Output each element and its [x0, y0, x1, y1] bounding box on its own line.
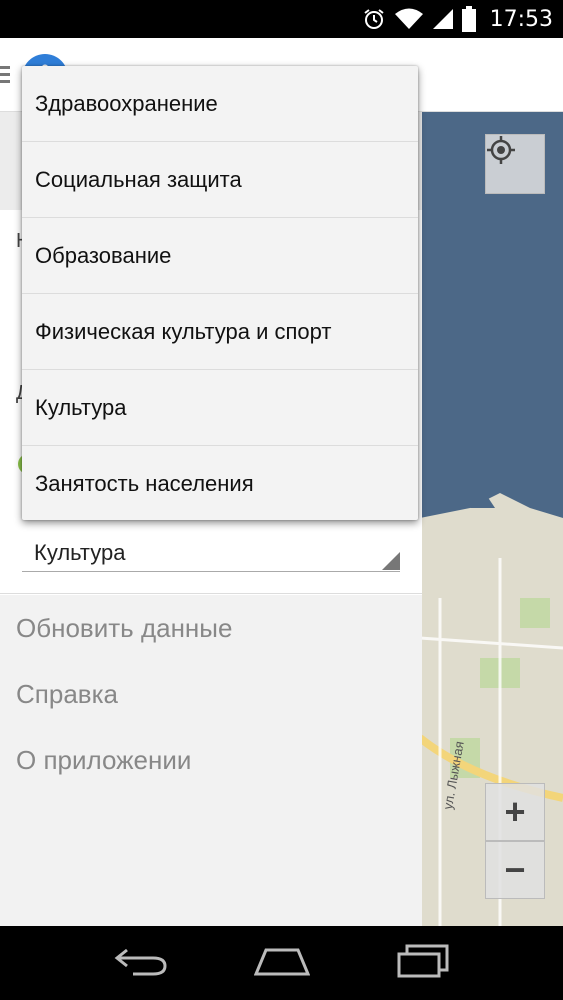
status-bar: 17:53	[0, 0, 563, 38]
signal-icon	[432, 7, 454, 31]
dropdown-option-employment[interactable]: Занятость населения	[22, 446, 418, 522]
back-button[interactable]	[106, 938, 176, 988]
category-dropdown: Здравоохранение Социальная защита Образо…	[22, 66, 418, 520]
dropdown-option-healthcare[interactable]: Здравоохранение	[22, 66, 418, 142]
back-icon	[113, 946, 169, 981]
dropdown-option-education[interactable]: Образование	[22, 218, 418, 294]
zoom-in-button[interactable]: +	[485, 783, 545, 841]
recents-button[interactable]	[388, 938, 458, 988]
dropdown-option-social-protection[interactable]: Социальная защита	[22, 142, 418, 218]
alarm-icon	[362, 7, 386, 31]
zoom-out-button[interactable]: −	[485, 841, 545, 899]
menu-item-refresh[interactable]: Обновить данные	[0, 595, 422, 661]
minus-icon: −	[504, 849, 526, 890]
drawer-indicator-icon[interactable]	[0, 66, 10, 86]
system-nav-bar	[0, 926, 563, 1000]
battery-icon	[461, 6, 476, 32]
home-button[interactable]	[247, 938, 317, 988]
my-location-button[interactable]	[485, 134, 545, 194]
category-spinner-area: Культура	[0, 512, 422, 594]
plus-icon: +	[504, 791, 526, 832]
menu-item-about[interactable]: О приложении	[0, 727, 422, 793]
home-icon	[253, 946, 310, 981]
recents-icon	[395, 944, 451, 983]
spinner-arrow-icon	[382, 552, 400, 570]
drawer-menu: Обновить данные Справка О приложении	[0, 595, 422, 793]
dropdown-option-culture[interactable]: Культура	[22, 370, 418, 446]
category-spinner[interactable]: Культура	[22, 536, 400, 572]
dropdown-option-sports[interactable]: Физическая культура и спорт	[22, 294, 418, 370]
wifi-icon	[394, 7, 424, 31]
menu-item-help[interactable]: Справка	[0, 661, 422, 727]
status-time: 17:53	[489, 6, 553, 32]
spinner-selected-value: Культура	[34, 540, 126, 565]
